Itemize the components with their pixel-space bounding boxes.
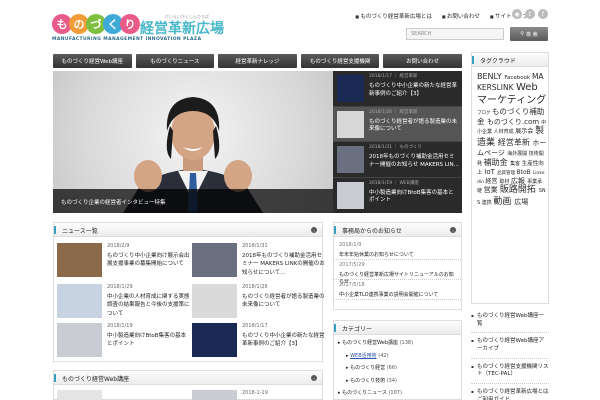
tag-cloud: BENLY Facebook MAKERSLINK Webマーケティング ブログ… [477,72,547,208]
facebook-icon[interactable]: f [538,9,548,19]
right-link-list: ものづくり経営Web講座一覧 ものづくり経営Web講座アーカイブ ものづくり経営… [471,308,549,400]
top-link-about[interactable]: ものづくり経営革新広場とは [355,12,432,20]
slide-item[interactable]: 2018/1/31 ｜ ものづくり 2018年ものづくり補助金活用セミナー開催の… [333,142,462,178]
logo-char: り [120,14,140,34]
category-item[interactable]: ▸ ものづくり技術 (34) [334,377,461,390]
category-item[interactable]: ▸ WEB活用術 (42) [334,352,461,365]
nav-item-knowledge[interactable]: 経営革新ナレッジ [218,54,297,68]
webcourse-header: ものづくり経営Web講座 › [54,371,322,385]
tag-link[interactable]: BtoB [517,169,533,176]
category-item[interactable]: ▸ ものづくり経営 (66) [334,364,461,377]
news-item[interactable]: 2018/1/17 ものづくり中小企業の新たな経営革新事例のご紹介【3】 [192,323,325,363]
more-icon[interactable]: › [311,375,317,381]
tag-link[interactable]: 集客 [510,161,522,167]
tag-link[interactable]: Facebook [504,75,532,81]
more-icon[interactable]: › [311,227,317,233]
tag-link[interactable]: 展示会 [515,128,535,135]
tagcloud-header: タグクラウド [472,53,548,67]
category-item[interactable]: ▸ ものづくりニュース (107) [334,389,461,400]
search-input[interactable]: SEARCH [406,28,504,40]
news-item[interactable]: 2018/1/19 中小製造業向けBtoB集客の基本とポイント [57,323,189,363]
more-icon[interactable]: › [450,227,456,233]
tag-link[interactable]: ブログ [477,111,492,116]
nav-item-webcourse[interactable]: ものづくり経営Web講座 [53,54,132,68]
category-item[interactable]: ▸ ものづくり経営Web講座 (138) [334,339,461,352]
news-item[interactable]: 2018/1/29 中小企業の人材育成に関する実態調査の結果報告と今後の支援策に… [57,284,190,324]
top-links: ものづくり経営革新広場とは お問い合わせ サイトマップ [355,12,528,20]
tag-link[interactable]: 動画 [493,197,514,207]
logo-side-text: 経営革新広場 [140,21,224,37]
news-thumb [57,243,102,277]
tag-link[interactable]: 経営 [485,178,499,185]
tag-link[interactable]: 広報 [511,177,527,185]
tag-link[interactable]: 海外展開 [507,151,529,157]
right-link[interactable]: ものづくり経営革新広場とは ご利用ガイド [471,384,549,400]
slide-item[interactable]: 2018/1/17 ｜ 経営革新 ものづくり中小企業の新たな経営革新事例のご紹介… [333,71,462,107]
right-link[interactable]: ものづくり経営Web講座アーカイブ [471,333,549,359]
news-box: ニュース一覧 › 2018/2/9 ものづくり中小企業向け展示会出展支援事業の募… [53,222,325,363]
nav-item-support[interactable]: ものづくり経営支援機関 [300,54,380,68]
slide-thumb [337,181,364,209]
tag-link[interactable]: 経営革新 [498,138,533,147]
slide-title: ものづくり経営者が語る製造業の未来像について [369,118,458,133]
webcourse-thumb [192,390,237,400]
webcourse-box: ものづくり経営Web講座 › 2018-1-19 [53,370,323,400]
news-thumb [57,284,102,318]
tag-link[interactable]: IoT [484,168,497,176]
news-thumb [57,323,102,357]
main-nav: ものづくり経営Web講座 ものづくりニュース 経営革新ナレッジ ものづくり経営支… [53,54,462,68]
tag-link[interactable]: 補助金 [484,158,511,167]
notice-item[interactable]: 2017/5/18 中小企業TLO連携事業の説明会開催について [334,280,461,300]
notice-box: 事務局からのお知らせ › 2018/1/9 年末年始休業のお知らせについて 201… [333,222,462,310]
social-icons: ◉ t f [512,9,548,19]
slide-title: 中小製造業向けBtoB集客の基本とポイント [369,189,454,204]
news-box-header: ニュース一覧 › [54,223,322,237]
tag-link[interactable]: 品質管理 [497,171,516,176]
webcourse-thumb [57,390,102,400]
tag-link[interactable]: 営業 [484,186,500,194]
top-link-contact[interactable]: お問い合わせ [442,12,480,20]
nav-item-contact[interactable]: お問い合わせ [383,54,462,68]
tag-link[interactable]: ものづくり.com [487,118,541,126]
slider-thumbnails: 2018/1/17 ｜ 経営革新 ものづくり中小企業の新たな経営革新事例のご紹介… [333,71,462,213]
right-link[interactable]: ものづくり経営Web講座一覧 [471,308,549,334]
tag-link[interactable]: 人材育成 [494,129,516,135]
search-icon: ⚲ [520,31,525,37]
twitter-icon[interactable]: t [525,9,535,19]
slider-caption: ものづくり企業の経営者インタビュー特集 [53,189,333,213]
right-link[interactable]: ものづくり経営支援機関リスト（TEC-PAL） [471,359,549,385]
slide-item[interactable]: 2018/1/19 ｜ WEB講座 中小製造業向けBtoB集客の基本とポイント [333,178,462,214]
category-box: カテゴリー ▸ ものづくり経営Web講座 (138) ▸ WEB活用術 (42)… [333,320,462,400]
news-item[interactable]: 2018/2/9 ものづくり中小企業向け展示会出展支援事業の募集開始について [57,243,190,283]
slide-thumb [337,146,364,173]
tag-link[interactable]: 取材 [499,179,511,185]
news-thumb [192,243,237,277]
tag-link[interactable]: 広場 [514,198,528,206]
news-item[interactable]: 2018/1/26 ものづくり経営者が語る製造業の未来像について [192,284,325,324]
logo-subtitle: MANUFACTURING MANAGEMENT INNOVATION PLAZ… [52,37,202,42]
search-button[interactable]: ⚲ 検 索 [510,27,548,41]
tag-link[interactable]: BENLY [477,72,504,81]
news-thumb [192,323,237,357]
notice-item[interactable]: 2018/1/9 年末年始休業のお知らせについて [334,240,461,260]
nav-item-news[interactable]: ものづくりニュース [135,54,215,68]
tag-link[interactable]: 販路開拓 [500,185,539,195]
news-thumb [192,284,237,318]
slide-title: 2018年ものづくり補助金活用セミナー開催のお知らせ MAKERS LIN... [369,154,459,168]
notice-item[interactable]: 2017/5/29 ものづくり経営革新広場サイトリニューアルのお知らせ [334,260,461,285]
slide-item[interactable]: 2018/1/26 ｜ 経営革新 ものづくり経営者が語る製造業の未来像について [333,106,462,142]
notice-header: 事務局からのお知らせ › [334,223,461,237]
category-header: カテゴリー [334,321,461,335]
rss-icon[interactable]: ◉ [512,9,522,19]
slide-title: ものづくり中小企業の新たな経営革新事例のご紹介【3】 [369,83,458,97]
slide-thumb [337,75,364,102]
slide-thumb [337,110,364,138]
news-item[interactable]: 2018/1/31 2018年ものづくり補助金活用セミナー MAKERS LIN… [192,243,325,283]
tag-link[interactable]: 連携 [482,200,494,206]
